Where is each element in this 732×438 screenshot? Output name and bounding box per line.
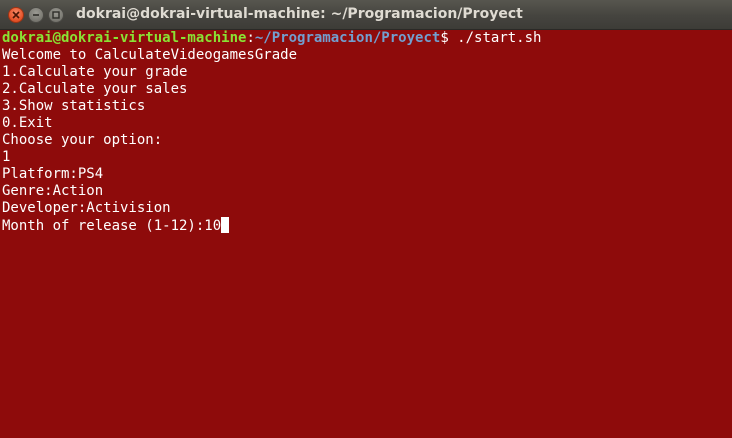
output-line: 0.Exit — [2, 115, 53, 131]
output-line: Choose your option: — [2, 132, 163, 148]
input-value[interactable]: 10 — [204, 218, 221, 234]
command-line: dokrai@dokrai-virtual-machine:~/Programa… — [2, 30, 732, 47]
maximize-button[interactable] — [48, 7, 64, 23]
prompt-colon: : — [246, 30, 255, 46]
maximize-icon — [52, 11, 60, 19]
output-line: 2.Calculate your sales — [2, 81, 188, 97]
prompt-user-host: dokrai@dokrai-virtual-machine — [2, 30, 247, 46]
output-line: Developer:Activision — [2, 200, 171, 216]
close-icon — [12, 11, 20, 19]
terminal-window: dokrai@dokrai-virtual-machine: ~/Program… — [0, 0, 732, 438]
text-cursor — [221, 217, 230, 233]
output-line: Genre:Action — [2, 183, 104, 199]
output-line: Welcome to CalculateVideogamesGrade — [2, 47, 298, 63]
close-button[interactable] — [8, 7, 24, 23]
prompt-symbol: $ — [440, 30, 458, 46]
window-title: dokrai@dokrai-virtual-machine: ~/Program… — [76, 6, 523, 22]
output-line: 1 — [2, 149, 11, 165]
minimize-button[interactable] — [28, 7, 44, 23]
input-prompt: Month of release (1-12): — [2, 218, 205, 234]
output-line: Platform:PS4 — [2, 166, 104, 182]
title-bar[interactable]: dokrai@dokrai-virtual-machine: ~/Program… — [0, 0, 732, 30]
input-line[interactable]: Month of release (1-12):10 — [2, 217, 732, 234]
output-line: 3.Show statistics — [2, 98, 146, 114]
prompt-path: ~/Programacion/Proyect — [254, 30, 441, 46]
command-text: ./start.sh — [457, 30, 542, 46]
minimize-icon — [33, 14, 39, 16]
output-line: 1.Calculate your grade — [2, 64, 188, 80]
terminal-output[interactable]: dokrai@dokrai-virtual-machine:~/Programa… — [0, 30, 732, 438]
